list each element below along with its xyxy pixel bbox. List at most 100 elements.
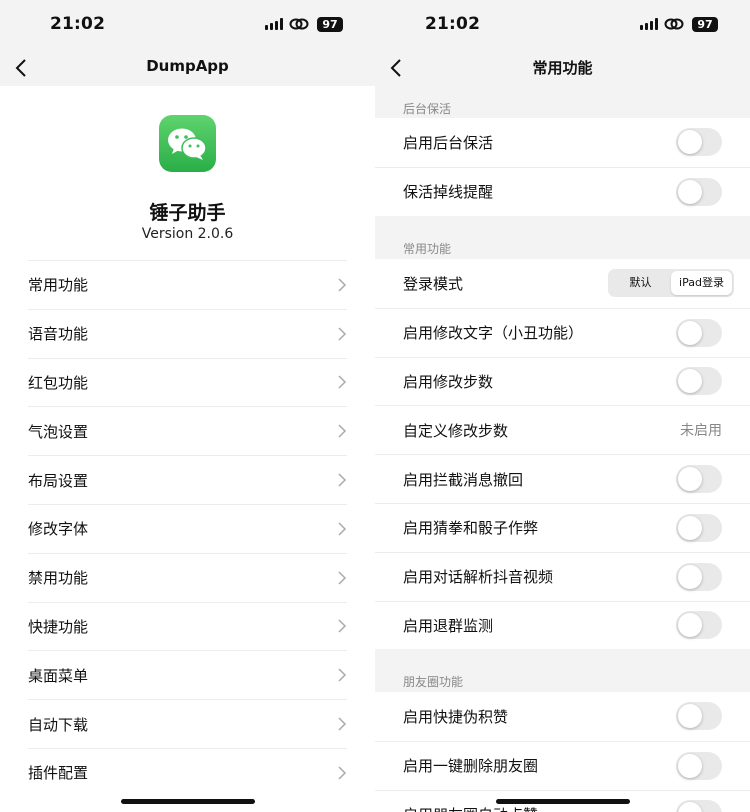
settings-row: 启用快捷伪积赞 [375, 692, 750, 741]
segment-option[interactable]: 默认 [610, 271, 671, 295]
home-indicator [496, 799, 630, 804]
segment-option[interactable]: iPad登录 [671, 271, 732, 296]
menu-item-label: 插件配置 [28, 764, 89, 783]
chevron-right-icon [338, 375, 347, 390]
chevron-right-icon [338, 278, 347, 292]
menu-item[interactable]: 常用功能 [28, 260, 347, 309]
link-icon [664, 18, 684, 30]
signal-icon [265, 18, 283, 30]
chevron-right-icon [338, 571, 347, 585]
setting-value: 未启用 [680, 423, 722, 440]
settings-row: 启用退群监测 [375, 600, 750, 650]
section-header: 后台保活 [403, 102, 452, 116]
setting-label: 自定义修改步数 [403, 421, 509, 440]
app-version: Version 2.0.6 [141, 226, 234, 242]
setting-label: 启用朋友圈自动点赞 [403, 804, 538, 812]
menu-item-label: 禁用功能 [28, 569, 89, 588]
login-mode-segmented-control: 默认 iPad登录 [608, 269, 734, 298]
setting-label: 启用猜拳和骰子作弊 [403, 519, 539, 538]
menu-item[interactable]: 布局设置 [28, 455, 347, 504]
toggle-switch[interactable] [676, 751, 722, 780]
toggle-switch[interactable] [676, 702, 722, 731]
menu-item-label: 红包功能 [28, 373, 89, 392]
setting-label: 启用对话解析抖音视频 [403, 568, 554, 587]
settings-row: 启用修改文字（小丑功能） [375, 307, 750, 357]
setting-label: 启用后台保活 [403, 133, 494, 152]
settings-row: 启用对话解析抖音视频 [375, 551, 750, 601]
menu-item-label: 布局设置 [28, 471, 89, 490]
toggle-switch[interactable] [676, 128, 722, 157]
menu-item[interactable]: 快捷功能 [28, 601, 347, 651]
toggle-switch[interactable] [676, 318, 722, 347]
chevron-right-icon [338, 619, 347, 633]
toggle-switch[interactable] [676, 513, 722, 542]
settings-list: 后台保活启用后台保活 保活掉线提醒常用功能登录模式 默认 iPad登录启用修改文字（小… [375, 86, 750, 812]
nav-bar: 常用功能 [375, 50, 750, 86]
settings-row: 保活掉线提醒 [375, 166, 750, 216]
menu-item-label: 桌面菜单 [28, 666, 89, 685]
menu-item-label: 修改字体 [28, 520, 89, 539]
signal-icon [640, 18, 658, 30]
settings-row[interactable]: 自定义修改步数 未启用 [375, 405, 750, 454]
home-indicator [121, 799, 255, 804]
menu-item-label: 快捷功能 [28, 617, 89, 636]
status-bar: 21:02 97 [0, 0, 375, 50]
settings-group: 登录模式 默认 iPad登录启用修改文字（小丑功能） 启用修改步数 自定义修改步数 未启用… [375, 259, 750, 650]
toggle-switch[interactable] [676, 367, 722, 396]
setting-label: 启用修改步数 [403, 372, 494, 391]
main-screen: 21:02 97 DumpApp 锤子助手 Version 2.0.6 常用功能… [0, 0, 375, 812]
chevron-right-icon [338, 717, 347, 731]
nav-title: 常用功能 [532, 59, 593, 77]
settings-row: 启用拦截消息撤回 [375, 454, 750, 503]
chevron-right-icon [338, 522, 347, 536]
wechat-icon [159, 115, 216, 172]
chevron-right-icon [338, 766, 347, 780]
app-name: 锤子助手 [149, 202, 226, 224]
toggle-switch[interactable] [676, 800, 722, 812]
status-time: 21:02 [425, 14, 481, 34]
menu-item[interactable]: 桌面菜单 [28, 650, 347, 699]
link-icon [289, 18, 309, 30]
setting-label: 启用快捷伪积赞 [403, 707, 509, 726]
setting-label: 启用退群监测 [403, 616, 494, 635]
settings-row: 启用后台保活 [375, 118, 750, 167]
menu-item-label: 气泡设置 [28, 422, 89, 441]
common-functions-screen: 21:02 97 常用功能 后台保活 启用后台保活 保活掉线提醒 常用功能 登录模式 默认… [375, 0, 750, 812]
toggle-switch[interactable] [676, 465, 722, 494]
menu-item[interactable]: 气泡设置 [28, 406, 347, 455]
chevron-right-icon [338, 327, 347, 341]
menu-item[interactable]: 自动下载 [28, 699, 347, 748]
status-time: 21:02 [50, 14, 106, 34]
settings-row: 启用猜拳和骰子作弊 [375, 502, 750, 552]
nav-bar: DumpApp [0, 50, 375, 86]
settings-menu: 常用功能语音功能红包功能气泡设置布局设置修改字体禁用功能快捷功能桌面菜单自动下载… [28, 260, 347, 797]
nav-title: DumpApp [146, 57, 229, 75]
settings-group: 启用快捷伪积赞启用一键删除朋友圈启用朋友圈自动点赞 [375, 692, 750, 812]
setting-label: 启用修改文字（小丑功能） [403, 324, 584, 343]
menu-item-label: 自动下载 [28, 715, 89, 734]
toggle-switch[interactable] [676, 611, 722, 640]
setting-label: 启用一键删除朋友圈 [403, 757, 539, 776]
status-bar: 21:02 97 [375, 0, 750, 50]
settings-row: 登录模式 默认 iPad登录 [375, 259, 750, 308]
menu-item[interactable]: 红包功能 [28, 357, 347, 407]
menu-item-label: 语音功能 [28, 325, 89, 344]
section-header: 常用功能 [403, 242, 452, 256]
section-header: 朋友圈功能 [403, 675, 464, 689]
setting-label: 登录模式 [403, 274, 464, 293]
menu-item[interactable]: 语音功能 [28, 308, 347, 358]
chevron-right-icon [338, 473, 347, 487]
settings-group: 启用后台保活 保活掉线提醒 [375, 118, 750, 216]
menu-item[interactable]: 插件配置 [28, 747, 347, 797]
menu-item[interactable]: 禁用功能 [28, 552, 347, 602]
chevron-right-icon [338, 424, 347, 438]
battery-icon: 97 [317, 17, 343, 32]
menu-item-label: 常用功能 [28, 276, 89, 295]
toggle-switch[interactable] [676, 562, 722, 591]
setting-label: 保活掉线提醒 [403, 183, 494, 202]
chevron-right-icon [338, 668, 347, 682]
menu-item[interactable]: 修改字体 [28, 503, 347, 553]
toggle-switch[interactable] [676, 177, 722, 206]
settings-row: 启用修改步数 [375, 356, 750, 406]
settings-row: 启用一键删除朋友圈 [375, 740, 750, 790]
